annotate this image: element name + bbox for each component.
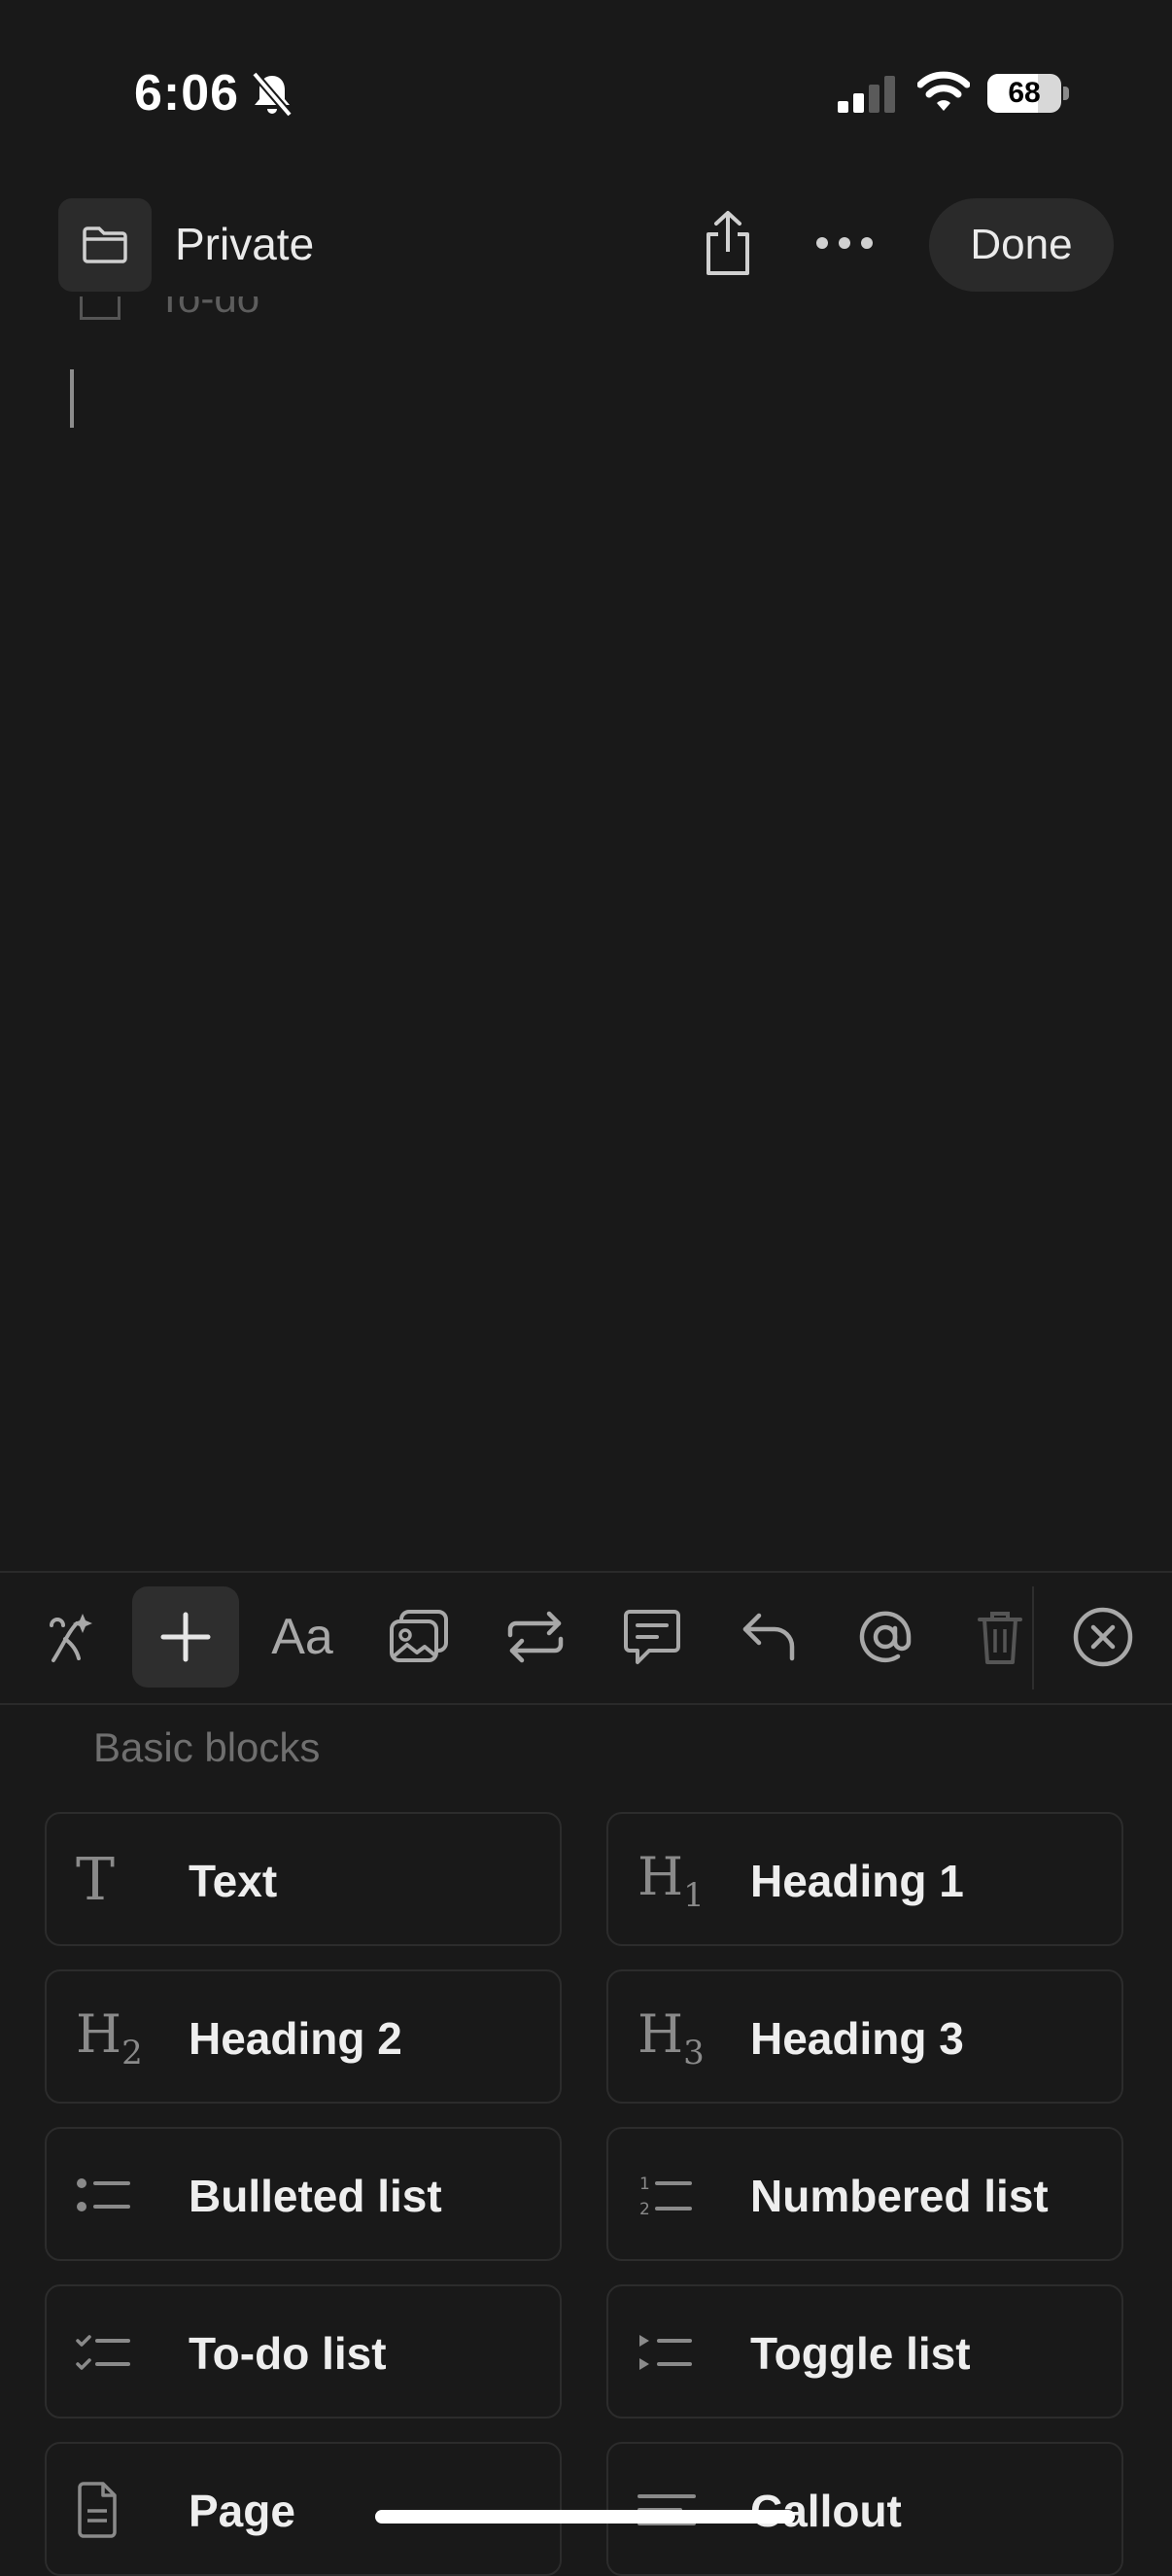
close-toolbar-button[interactable] bbox=[1050, 1586, 1156, 1688]
heading-1-icon: H1 bbox=[638, 1845, 705, 1915]
basic-blocks-heading: Basic blocks bbox=[93, 1724, 321, 1770]
add-block-button[interactable] bbox=[132, 1586, 239, 1688]
silent-bell-icon bbox=[249, 70, 295, 123]
block-option-text[interactable]: T Text bbox=[45, 1812, 562, 1946]
delete-button[interactable] bbox=[947, 1586, 1053, 1688]
text-icon: T bbox=[76, 1846, 116, 1914]
page-location-label[interactable]: Private bbox=[175, 218, 314, 270]
numbered-list-icon: 1 2 bbox=[638, 2162, 707, 2228]
block-option-label: Toggle list bbox=[750, 2328, 971, 2379]
toggle-list-icon bbox=[638, 2319, 707, 2385]
battery-percent: 68 bbox=[1008, 77, 1041, 109]
more-options-button[interactable] bbox=[812, 214, 877, 272]
top-nav-bar: Private Done bbox=[0, 185, 1172, 301]
bulleted-list-icon bbox=[76, 2162, 146, 2228]
page-icon bbox=[76, 2477, 146, 2543]
block-option-heading-2[interactable]: H2 Heading 2 bbox=[45, 1969, 562, 2104]
todo-list-icon bbox=[76, 2319, 146, 2385]
todo-checkbox[interactable] bbox=[80, 296, 121, 320]
turn-into-button[interactable] bbox=[482, 1586, 589, 1688]
delete-icon bbox=[978, 1612, 1022, 1664]
block-option-toggle-list[interactable]: Toggle list bbox=[606, 2284, 1123, 2419]
text-style-icon: Aa bbox=[271, 1609, 333, 1665]
block-option-numbered-list[interactable]: 1 2 Numbered list bbox=[606, 2127, 1123, 2261]
undo-icon bbox=[742, 1613, 795, 1661]
block-option-label: Numbered list bbox=[750, 2171, 1049, 2221]
done-button[interactable]: Done bbox=[929, 198, 1114, 292]
block-option-label: Page bbox=[189, 2486, 295, 2536]
status-time: 6:06 bbox=[134, 65, 240, 122]
block-option-heading-1[interactable]: H1 Heading 1 bbox=[606, 1812, 1123, 1946]
share-button[interactable] bbox=[696, 204, 760, 282]
block-option-label: Heading 3 bbox=[750, 2013, 964, 2064]
block-option-heading-3[interactable]: H3 Heading 3 bbox=[606, 1969, 1123, 2104]
text-cursor bbox=[70, 369, 74, 428]
mention-icon bbox=[859, 1611, 912, 1663]
ellipsis-icon bbox=[816, 237, 873, 249]
folder-button[interactable] bbox=[58, 198, 152, 292]
folder-icon bbox=[83, 226, 127, 263]
block-option-callout[interactable]: Callout bbox=[606, 2442, 1123, 2576]
home-indicator[interactable] bbox=[375, 2510, 795, 2524]
editor-toolbar: Aa bbox=[0, 1571, 1172, 1705]
battery-icon: 68 bbox=[987, 74, 1061, 113]
block-option-page[interactable]: Page bbox=[45, 2442, 562, 2576]
undo-button[interactable] bbox=[715, 1586, 822, 1688]
block-option-label: Bulleted list bbox=[189, 2171, 442, 2221]
media-icon bbox=[390, 1610, 448, 1662]
block-option-bulleted-list[interactable]: Bulleted list bbox=[45, 2127, 562, 2261]
svg-text:1: 1 bbox=[639, 2175, 650, 2194]
heading-2-icon: H2 bbox=[76, 2002, 143, 2072]
mention-button[interactable] bbox=[832, 1586, 939, 1688]
comment-icon bbox=[624, 1610, 680, 1664]
ai-button[interactable] bbox=[19, 1586, 126, 1688]
heading-3-icon: H3 bbox=[638, 2002, 705, 2072]
media-button[interactable] bbox=[365, 1586, 472, 1688]
turn-into-icon bbox=[507, 1611, 564, 1663]
comment-button[interactable] bbox=[599, 1586, 706, 1688]
block-option-label: Text bbox=[189, 1856, 278, 1906]
todo-block[interactable]: To-do bbox=[80, 296, 468, 335]
battery-cap bbox=[1063, 87, 1069, 100]
toolbar-divider bbox=[1032, 1586, 1034, 1689]
close-icon bbox=[1073, 1607, 1133, 1667]
add-block-icon bbox=[160, 1612, 211, 1662]
cellular-signal-icon bbox=[838, 76, 898, 118]
block-option-label: Heading 2 bbox=[189, 2013, 402, 2064]
block-option-label: Heading 1 bbox=[750, 1856, 964, 1906]
todo-placeholder[interactable]: To-do bbox=[157, 296, 259, 322]
ai-icon bbox=[50, 1614, 92, 1662]
block-option-label: To-do list bbox=[189, 2328, 387, 2379]
share-icon bbox=[707, 211, 749, 275]
status-bar: 6:06 68 bbox=[0, 0, 1172, 185]
svg-text:2: 2 bbox=[639, 2200, 650, 2218]
wifi-icon bbox=[916, 70, 971, 118]
text-style-button[interactable]: Aa bbox=[249, 1586, 356, 1688]
block-option-todo-list[interactable]: To-do list bbox=[45, 2284, 562, 2419]
